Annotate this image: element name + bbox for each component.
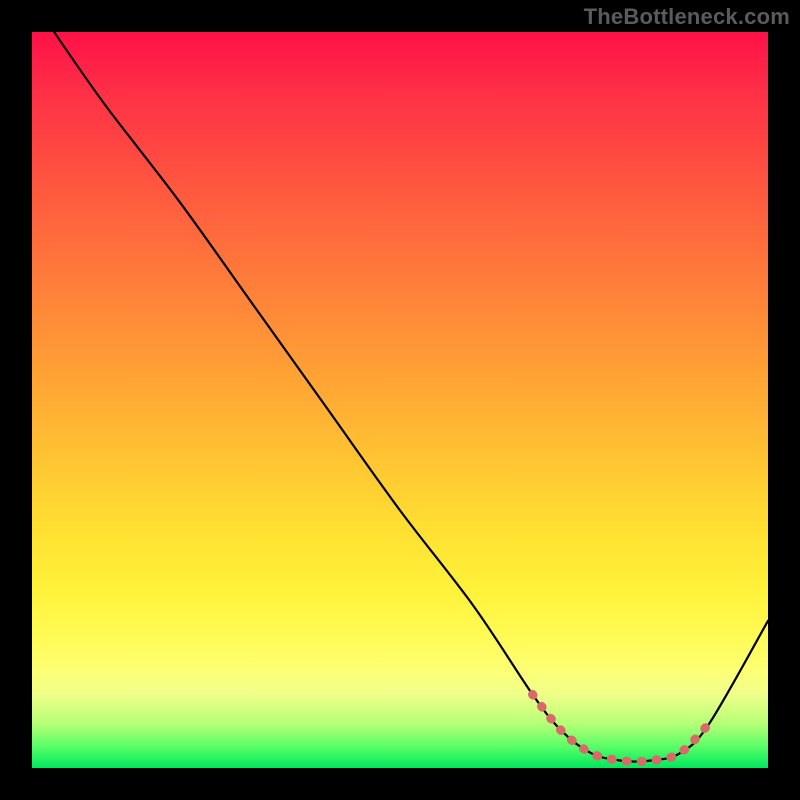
curve-layer [32, 32, 768, 768]
optimal-range-marker-line [533, 694, 710, 761]
plot-area [32, 32, 768, 768]
chart-frame: TheBottleneck.com [0, 0, 800, 800]
bottleneck-curve-line [54, 32, 768, 762]
watermark-text: TheBottleneck.com [584, 4, 790, 30]
